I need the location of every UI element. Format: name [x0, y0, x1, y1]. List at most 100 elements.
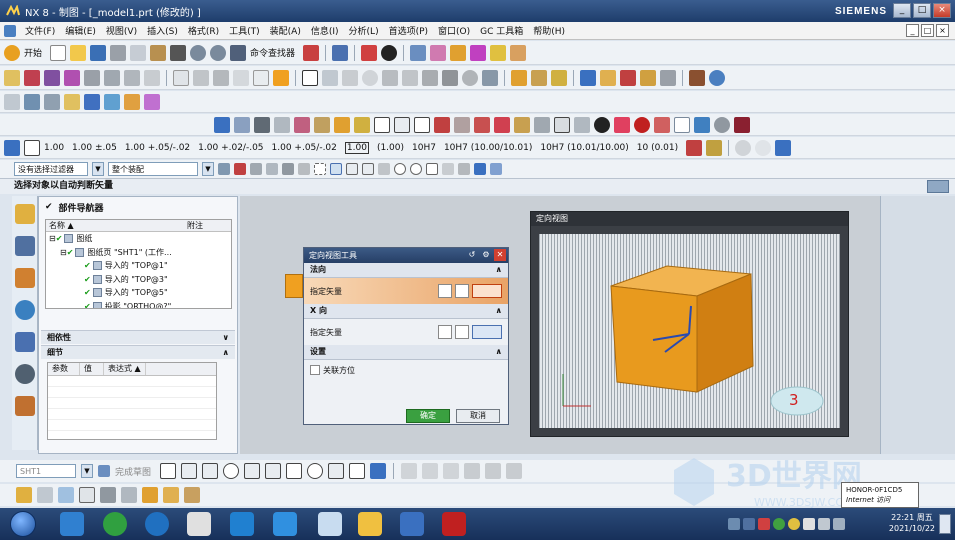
start-icon[interactable] [4, 44, 20, 61]
point-icon[interactable] [349, 463, 366, 479]
check-icon[interactable]: ✔ [84, 288, 91, 297]
value-column-header[interactable]: 值 [80, 363, 104, 375]
name-column-header[interactable]: 名称 ▲ [46, 220, 184, 231]
notepad-icon[interactable] [318, 512, 342, 536]
gear-icon[interactable]: ⚙ [480, 249, 492, 261]
reverse-direction-icon[interactable] [438, 284, 452, 298]
move-view-icon[interactable] [233, 69, 249, 86]
edit-object-icon[interactable] [490, 44, 507, 61]
existing-point-icon[interactable] [426, 163, 438, 175]
check-icon[interactable]: ✔ [56, 234, 63, 243]
customize-icon[interactable] [4, 24, 16, 37]
qq-icon[interactable] [60, 512, 84, 536]
menu-analysis[interactable]: 分析(L) [344, 24, 384, 37]
clock[interactable]: 22:21 周五 2021/10/22 [889, 512, 935, 534]
tray-icon[interactable] [743, 518, 755, 530]
view-style-icon[interactable] [214, 116, 230, 133]
volume-icon[interactable] [818, 518, 830, 530]
dependency-panel-header[interactable]: 相依性 ∨ [41, 330, 235, 344]
update-view-icon[interactable] [144, 69, 160, 86]
vector-type-dropdown[interactable] [472, 325, 502, 339]
geometric-constraint-icon[interactable] [58, 487, 74, 503]
dimension-constraint-icon[interactable] [37, 487, 53, 503]
radius-icon[interactable] [755, 139, 772, 156]
tray-icon[interactable] [728, 518, 740, 530]
help-icon[interactable] [709, 69, 725, 86]
tree-node[interactable]: ✔ 导入的 "TOP@5" [46, 286, 231, 300]
drawing-format-icon[interactable] [660, 69, 676, 86]
gdt-icon[interactable] [334, 116, 350, 133]
linear-dimension-icon[interactable] [24, 139, 40, 156]
baseline-icon[interactable] [534, 116, 550, 133]
tol-limits[interactable]: 1.00 +.05/-.02 [272, 143, 337, 153]
point-on-curve-icon[interactable] [410, 163, 422, 175]
menu-file[interactable]: 文件(F) [20, 24, 60, 37]
arrow-up-icon[interactable] [574, 116, 590, 133]
maximize-button[interactable]: □ [913, 3, 931, 18]
circle-icon[interactable] [223, 463, 240, 479]
roles-icon[interactable] [15, 396, 35, 416]
text-annotation-icon[interactable] [302, 69, 318, 86]
new-file-icon[interactable] [50, 44, 67, 61]
chevron-up-icon[interactable]: ∧ [496, 263, 503, 277]
sheet-icon[interactable] [234, 116, 250, 133]
corner-icon[interactable] [443, 463, 460, 479]
tabular-note-icon[interactable] [620, 69, 636, 86]
vector-type-dropdown[interactable] [472, 284, 502, 298]
sheet-dropdown[interactable]: SHT1 [16, 464, 76, 478]
menu-tools[interactable]: 工具(T) [224, 24, 265, 37]
part-navigator-icon[interactable] [15, 204, 35, 224]
center-icon[interactable] [394, 163, 406, 175]
browser-icon[interactable] [103, 512, 127, 536]
hatch-icon[interactable] [511, 69, 527, 86]
component-icon[interactable] [490, 163, 502, 175]
chevron-down-icon[interactable]: ▼ [202, 162, 214, 176]
new-sheet-icon[interactable] [4, 69, 20, 86]
chevron-up-icon[interactable]: ∧ [223, 346, 230, 359]
cut-icon[interactable] [110, 44, 127, 61]
intersect-point-icon[interactable] [298, 163, 310, 175]
dialog-anchor-tab[interactable] [285, 274, 303, 298]
finish-sketch-icon[interactable] [98, 465, 110, 477]
label-icon[interactable] [322, 69, 338, 86]
minimize-button[interactable]: _ [893, 3, 911, 18]
paint-icon[interactable] [124, 93, 140, 110]
collapse-icon[interactable]: ⊟ [60, 248, 67, 257]
tree-node[interactable]: ✔ 导入的 "TOP@1" [46, 259, 231, 273]
penguin-icon[interactable] [187, 512, 211, 536]
midpoint-icon[interactable] [266, 163, 278, 175]
app-k-icon[interactable] [145, 512, 169, 536]
view-boundary-icon[interactable] [193, 69, 209, 86]
wrench-icon[interactable] [84, 93, 100, 110]
tray-icon[interactable] [773, 518, 785, 530]
menu-preferences[interactable]: 首选项(P) [384, 24, 433, 37]
tree-node[interactable]: ⊟ ✔ 图纸 [46, 232, 231, 246]
menu-assembly[interactable]: 装配(A) [265, 24, 306, 37]
save-icon[interactable] [90, 44, 107, 61]
section-view-icon[interactable] [84, 69, 100, 86]
triangle-icon[interactable] [554, 116, 570, 133]
cancel-button[interactable]: 取消 [456, 409, 500, 423]
control-point-icon[interactable] [282, 163, 294, 175]
polygon-icon[interactable] [307, 463, 324, 479]
tol-equal[interactable]: 1.00 ±.05 [72, 143, 117, 153]
fit-view-icon[interactable] [361, 44, 378, 61]
open-folder-icon[interactable] [70, 44, 87, 61]
tol-fit-limits-1[interactable]: 10H7 (10.00/10.01) [444, 143, 532, 153]
vector-dialog-icon[interactable] [455, 325, 469, 339]
feishu-icon[interactable] [273, 512, 297, 536]
surface-finish-icon[interactable] [382, 69, 398, 86]
target-point-icon[interactable] [422, 69, 438, 86]
menu-format[interactable]: 格式(R) [183, 24, 224, 37]
close-button[interactable]: × [933, 3, 951, 18]
tol-bilateral-2[interactable]: 1.00 +.02/-.05 [198, 143, 263, 153]
close-icon[interactable]: ✕ [494, 249, 506, 261]
fillet-icon[interactable] [244, 463, 261, 479]
image-icon[interactable] [551, 69, 567, 86]
abc-icon[interactable] [514, 116, 530, 133]
id-symbol-icon[interactable] [354, 116, 370, 133]
measure-icon[interactable] [104, 93, 120, 110]
tree-node[interactable]: ✔ 导入的 "TOP@3" [46, 273, 231, 287]
base-view-icon[interactable] [24, 69, 40, 86]
fullscreen-button[interactable] [927, 180, 949, 193]
